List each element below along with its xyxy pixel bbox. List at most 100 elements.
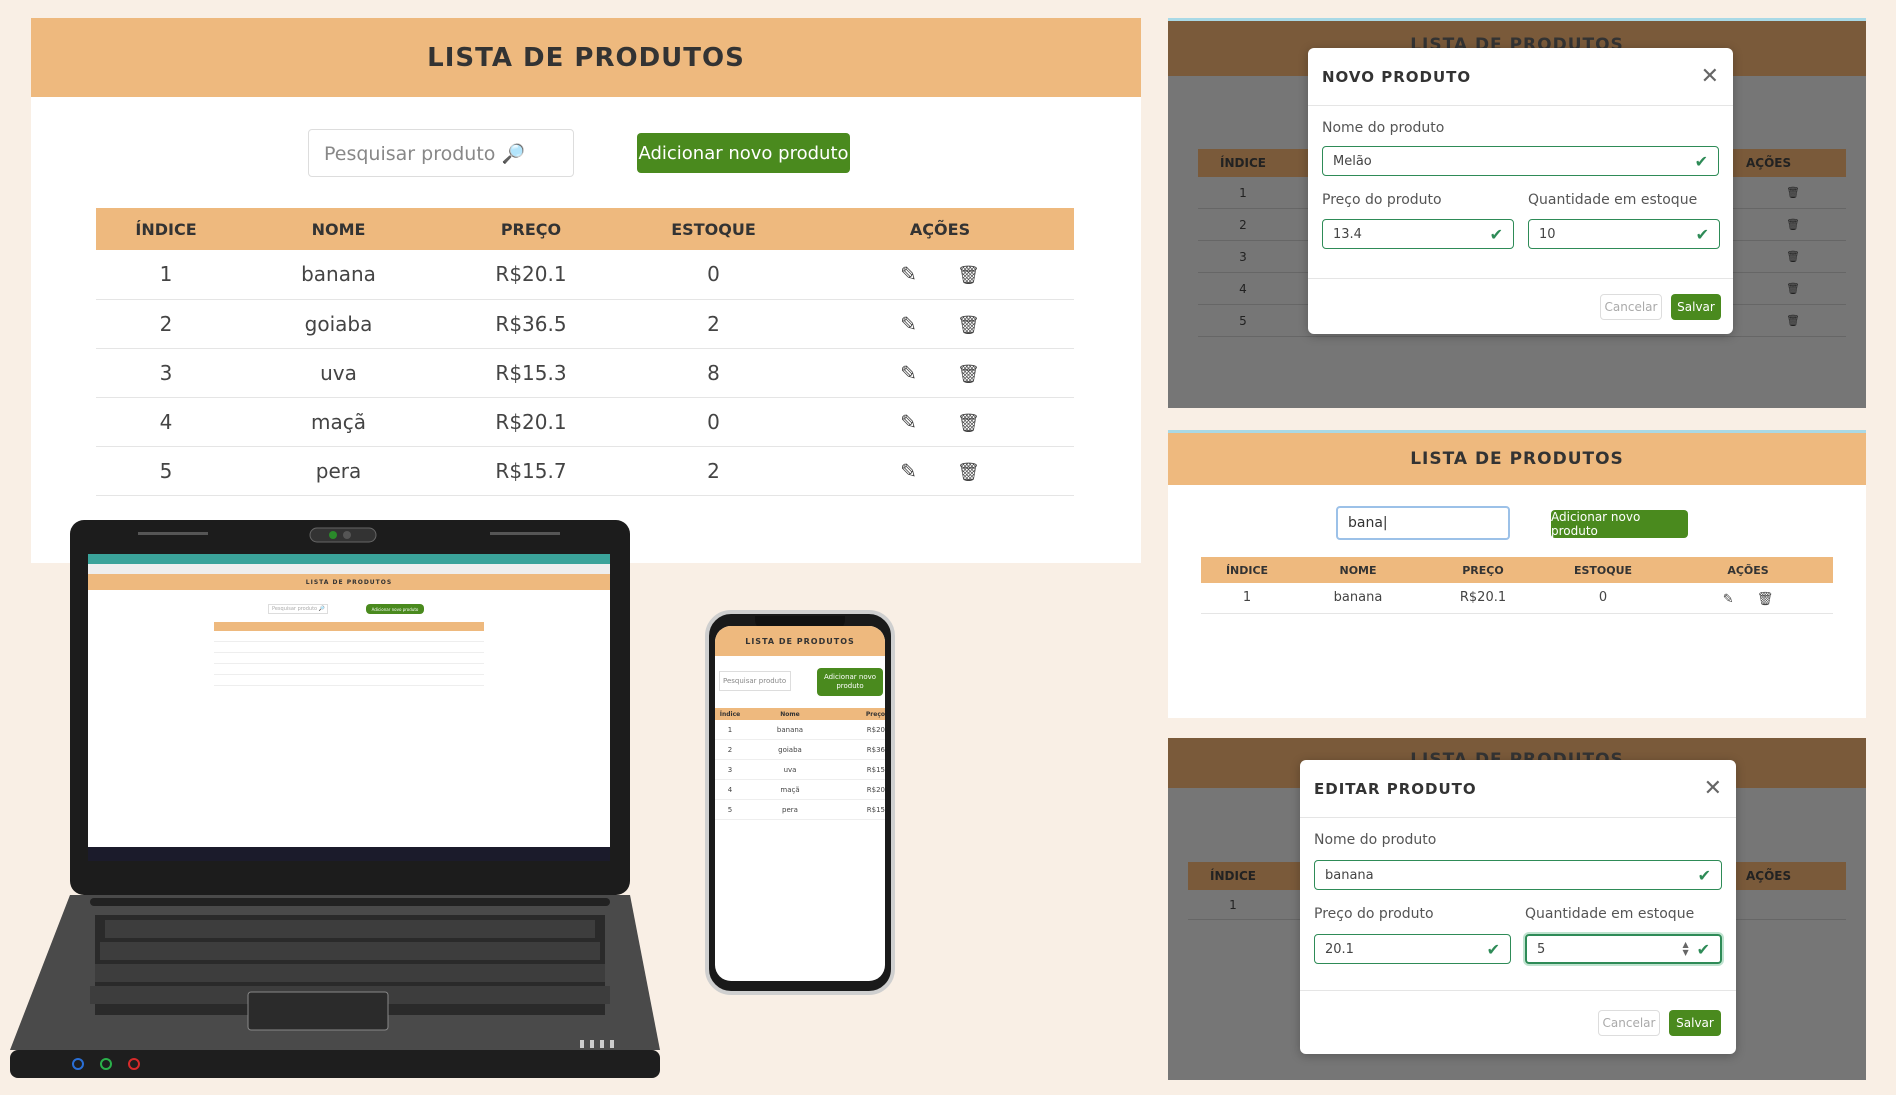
phone-add-button: Adicionar novo produto xyxy=(817,668,883,696)
new-modal-title: NOVO PRODUTO xyxy=(1322,67,1472,86)
phone-screen: LISTA DE PRODUTOS Pesquisar produto Adic… xyxy=(715,626,885,981)
edit-panel-col-index: Índice xyxy=(1210,869,1256,883)
new-modal-header: NOVO PRODUTO ✕ xyxy=(1308,48,1733,106)
cell-price: R$20.1 xyxy=(441,250,621,300)
shaded-cell-index: 4 xyxy=(1239,281,1247,296)
edit-name-value: banana xyxy=(1325,867,1374,883)
search-col-price: Preço xyxy=(1423,557,1543,583)
check-icon: ✔ xyxy=(1694,151,1708,171)
laptop-row xyxy=(214,642,484,653)
trash-icon[interactable]: 🗑 xyxy=(957,315,980,336)
add-product-label: Adicionar novo produto xyxy=(638,142,849,164)
phone-header: LISTA DE PRODUTOS xyxy=(715,626,885,656)
new-modal-footer-divider xyxy=(1308,278,1733,279)
add-product-button[interactable]: Adicionar novo produto xyxy=(637,133,850,173)
trash-icon[interactable]: 🗑 xyxy=(957,413,980,434)
new-save-button[interactable]: Salvar xyxy=(1671,294,1721,320)
cell-actions: ✎ 🗑 xyxy=(806,250,1074,300)
edit-modal-title: EDITAR PRODUTO xyxy=(1314,779,1477,798)
check-icon: ✔ xyxy=(1486,939,1500,959)
trash-icon[interactable]: 🗑 xyxy=(1757,592,1774,607)
table-row: 2 goiaba R$36.5 2 ✎ 🗑 xyxy=(96,299,1074,349)
cell-stock: 2 xyxy=(621,446,806,496)
cell-stock: 0 xyxy=(1543,583,1663,614)
col-name: Nome xyxy=(236,208,441,250)
edit-save-button[interactable]: Salvar xyxy=(1669,1010,1721,1036)
laptop-table-header xyxy=(214,622,484,631)
new-save-label: Salvar xyxy=(1677,300,1715,314)
laptop-row xyxy=(214,653,484,664)
phone-col-index: Índice xyxy=(719,710,741,718)
edit-stock-field[interactable]: 5 ▲ ▼ ✔ xyxy=(1525,934,1722,964)
cell-actions: ✎ 🗑 xyxy=(806,299,1074,349)
phone-cell-price: R$15 xyxy=(866,805,885,814)
new-price-field[interactable]: 13.4 ✔ xyxy=(1322,219,1514,249)
table-row: 3 uva R$15.3 8 ✎ 🗑 xyxy=(96,348,1074,398)
trash-icon: 🗑 xyxy=(1786,250,1800,263)
page-title: LISTA DE PRODUTOS xyxy=(427,42,745,73)
new-stock-value: 10 xyxy=(1539,226,1556,242)
trash-icon[interactable]: 🗑 xyxy=(957,265,980,286)
new-price-label: Preço do produto xyxy=(1322,192,1442,208)
table-row: 5 pera R$15.7 2 ✎ 🗑 xyxy=(96,446,1074,496)
edit-save-label: Salvar xyxy=(1676,1016,1714,1030)
cell-actions: ✎ 🗑 xyxy=(1663,583,1833,614)
cell-actions: ✎ 🗑 xyxy=(806,348,1074,398)
phone-row: 3 uva R$15 xyxy=(715,760,885,780)
text-cursor: | xyxy=(1382,515,1388,531)
edit-cancel-button[interactable]: Cancelar xyxy=(1598,1010,1660,1036)
new-stock-field[interactable]: 10 ✔ xyxy=(1528,219,1720,249)
trash-icon[interactable]: 🗑 xyxy=(957,364,980,385)
laptop-browser-tabs xyxy=(88,554,610,564)
edit-name-field[interactable]: banana ✔ xyxy=(1314,860,1722,890)
main-product-panel: LISTA DE PRODUTOS Pesquisar produto 🔎 Ad… xyxy=(31,18,1141,563)
shaded-cell-index: 3 xyxy=(1239,249,1247,264)
search-panel-add-label: Adicionar novo produto xyxy=(1551,510,1641,538)
search-panel-table: Índice Nome Preço Estoque Ações 1 banana… xyxy=(1201,557,1833,614)
new-name-field[interactable]: Melão ✔ xyxy=(1322,146,1719,176)
edit-icon[interactable]: ✎ xyxy=(1723,592,1734,607)
cell-index: 1 xyxy=(96,250,236,300)
edit-icon[interactable]: ✎ xyxy=(900,361,917,385)
col-price: Preço xyxy=(441,208,621,250)
trash-icon: 🗑 xyxy=(1786,314,1800,327)
shaded-cell-index: 2 xyxy=(1239,217,1247,232)
cell-actions: ✎ 🗑 xyxy=(806,446,1074,496)
new-stock-label: Quantidade em estoque xyxy=(1528,192,1698,208)
edit-icon[interactable]: ✎ xyxy=(900,410,917,434)
cell-price: R$15.3 xyxy=(441,348,621,398)
new-name-value: Melão xyxy=(1333,153,1372,169)
phone-table: Índice Nome Preço 1 banana R$20 2 goiaba R$36… xyxy=(715,708,885,820)
cell-index: 1 xyxy=(1201,583,1293,614)
cell-stock: 2 xyxy=(621,299,806,349)
cell-name: uva xyxy=(236,348,441,398)
laptop-add-button: Adicionar novo produto xyxy=(366,604,424,614)
check-icon: ✔ xyxy=(1695,224,1709,244)
spinner-icon[interactable]: ▲ ▼ xyxy=(1682,941,1688,957)
edit-modal-footer-divider xyxy=(1300,990,1736,991)
trash-icon[interactable]: 🗑 xyxy=(957,462,980,483)
close-icon[interactable]: ✕ xyxy=(1704,776,1722,801)
search-panel-input[interactable]: bana | xyxy=(1336,506,1510,540)
trash-icon: 🗑 xyxy=(1786,282,1800,295)
edit-price-field[interactable]: 20.1 ✔ xyxy=(1314,934,1511,964)
edit-icon[interactable]: ✎ xyxy=(900,262,917,286)
cell-index: 4 xyxy=(96,397,236,447)
phone-table-header: Índice Nome Preço xyxy=(715,708,885,720)
phone-add-label: Adicionar novo produto xyxy=(823,673,877,690)
edit-icon[interactable]: ✎ xyxy=(900,459,917,483)
search-input[interactable]: Pesquisar produto 🔎 xyxy=(308,129,574,177)
cell-stock: 0 xyxy=(621,397,806,447)
phone-cell-index: 1 xyxy=(727,725,733,734)
search-panel-add-button[interactable]: Adicionar novo produto xyxy=(1551,510,1688,538)
cell-price: R$20.1 xyxy=(1423,583,1543,614)
edit-icon[interactable]: ✎ xyxy=(900,312,917,336)
edit-stock-label: Quantidade em estoque xyxy=(1525,906,1695,922)
laptop-add-label: Adicionar novo produto xyxy=(371,606,419,612)
check-icon: ✔ xyxy=(1489,224,1503,244)
cell-name: banana xyxy=(1293,583,1423,614)
new-cancel-button[interactable]: Cancelar xyxy=(1600,294,1662,320)
new-panel-col-actions: Ações xyxy=(1746,156,1792,170)
close-icon[interactable]: ✕ xyxy=(1701,64,1719,89)
cell-name: maçã xyxy=(236,397,441,447)
